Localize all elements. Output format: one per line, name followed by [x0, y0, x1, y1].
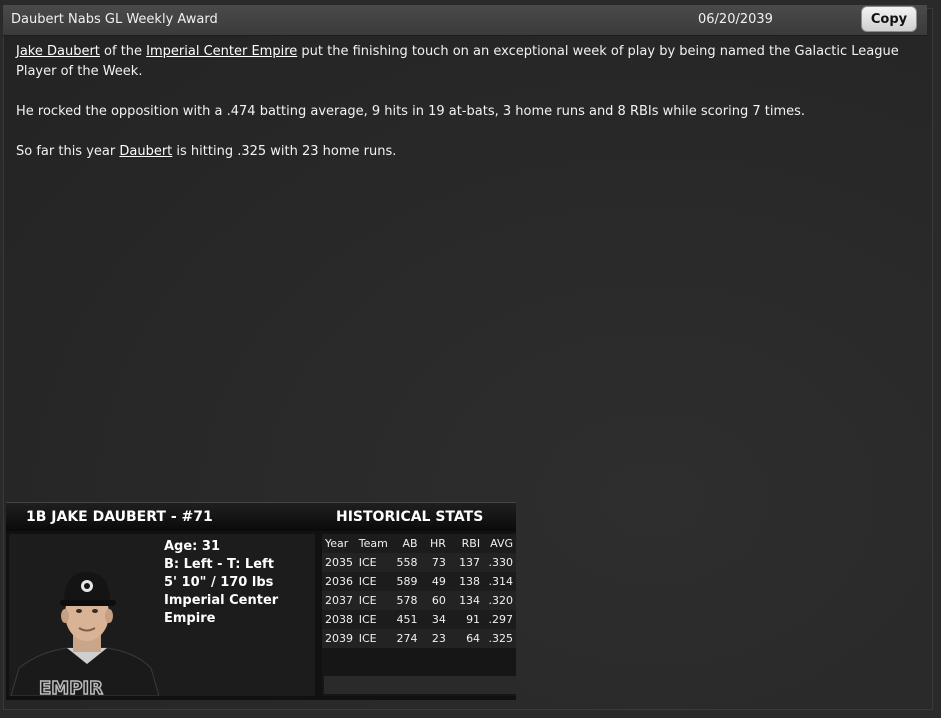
cell-rbi: 134 [459, 594, 481, 607]
cell-ab: 558 [396, 556, 418, 569]
cell-avg: .320 [488, 594, 514, 607]
cell-ab: 578 [396, 594, 418, 607]
player-link[interactable]: Jake Daubert [16, 44, 100, 59]
cell-year: 2038 [325, 613, 353, 626]
article-title: Daubert Nabs GL Weekly Award [11, 12, 218, 27]
player-bats-throws: B: Left - T: Left [164, 557, 274, 572]
title-bar: Daubert Nabs GL Weekly Award 06/20/2039 … [3, 5, 927, 36]
cell-rbi: 91 [466, 613, 481, 626]
historical-stats-panel: Year Team AB HR RBI AVG 2035 ICE 558 73 … [322, 534, 516, 696]
cell-year: 2039 [325, 632, 353, 645]
copy-button[interactable]: Copy [861, 6, 917, 32]
cell-team: ICE [358, 632, 377, 645]
paragraph-2: He rocked the opposition with a .474 bat… [16, 104, 806, 119]
player-info-panel: EMPIR Age: 31 B: Left - T: Left 5' 10" /… [9, 534, 315, 696]
cell-team: ICE [358, 556, 377, 569]
paragraph-3-text-b: is hitting .325 with 23 home runs. [172, 144, 397, 159]
cell-year: 2035 [325, 556, 353, 569]
cell-avg: .330 [488, 556, 514, 569]
header-rbi[interactable]: RBI [446, 534, 480, 553]
historical-stats-title: HISTORICAL STATS [336, 509, 484, 525]
cell-avg: .297 [488, 613, 514, 626]
cell-ab: 274 [396, 632, 418, 645]
header-hr[interactable]: HR [418, 534, 446, 553]
cell-hr: 60 [431, 594, 446, 607]
table-row: 2035 ICE 558 73 137 .330 [322, 553, 516, 572]
cell-team: ICE [358, 594, 377, 607]
table-row: 2038 ICE 451 34 91 .297 [322, 610, 516, 629]
paragraph-1: Jake Daubert of the Imperial Center Empi… [16, 42, 916, 82]
player-link-2[interactable]: Daubert [119, 144, 172, 159]
player-team: Imperial Center Empire [164, 593, 279, 626]
cell-team: ICE [358, 575, 377, 588]
header-avg[interactable]: AVG [480, 534, 516, 553]
article-body: Jake Daubert of the Imperial Center Empi… [16, 42, 916, 182]
cell-avg: .314 [488, 575, 514, 588]
cell-hr: 73 [431, 556, 446, 569]
player-height-weight: 5' 10" / 170 lbs [164, 575, 274, 590]
cell-rbi: 64 [466, 632, 481, 645]
table-row: 2036 ICE 589 49 138 .314 [322, 572, 516, 591]
cell-hr: 23 [431, 632, 446, 645]
paragraph-3: So far this year Daubert is hitting .325… [16, 142, 916, 162]
table-row: 2039 ICE 274 23 64 .325 [322, 629, 516, 648]
cell-hr: 49 [431, 575, 446, 588]
cell-ab: 589 [396, 575, 418, 588]
header-ab[interactable]: AB [392, 534, 417, 553]
player-card-header: 1B JAKE DAUBERT - #71 HISTORICAL STATS [6, 502, 516, 531]
stats-footer-bar [324, 676, 516, 694]
player-card: 1B JAKE DAUBERT - #71 HISTORICAL STATS E… [6, 502, 516, 700]
player-age: Age: 31 [164, 539, 220, 554]
player-photo[interactable]: EMPIR [9, 556, 159, 696]
cell-avg: .325 [488, 632, 514, 645]
cell-year: 2037 [325, 594, 353, 607]
header-team[interactable]: Team [355, 534, 392, 553]
cell-ab: 451 [396, 613, 418, 626]
cell-year: 2036 [325, 575, 353, 588]
header-year[interactable]: Year [322, 534, 355, 553]
cell-rbi: 137 [459, 556, 481, 569]
svg-text:EMPIR: EMPIR [39, 678, 103, 696]
paragraph-1-text-a: of the [99, 44, 147, 59]
cell-hr: 34 [431, 613, 446, 626]
player-title: 1B JAKE DAUBERT - #71 [26, 509, 213, 525]
stats-header-row: Year Team AB HR RBI AVG [322, 534, 516, 553]
player-info: Age: 31 B: Left - T: Left 5' 10" / 170 l… [164, 538, 315, 628]
paragraph-3-text-a: So far this year [16, 144, 120, 159]
team-link[interactable]: Imperial Center Empire [146, 44, 297, 59]
table-row: 2037 ICE 578 60 134 .320 [322, 591, 516, 610]
cell-rbi: 138 [459, 575, 481, 588]
player-photo-image: EMPIR [10, 572, 159, 696]
historical-stats-table: Year Team AB HR RBI AVG 2035 ICE 558 73 … [322, 534, 516, 648]
cell-team: ICE [358, 613, 377, 626]
article-date: 06/20/2039 [698, 12, 773, 27]
